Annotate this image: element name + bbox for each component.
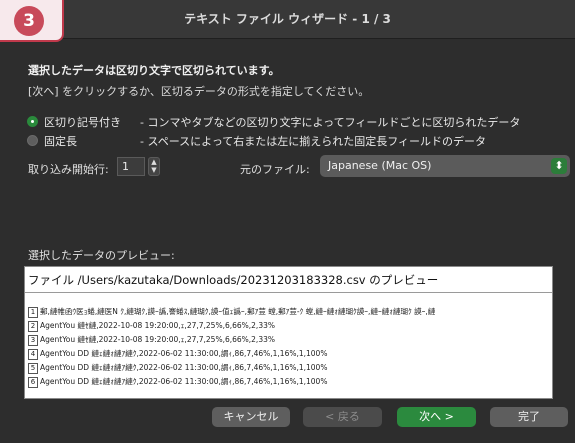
import-start-input[interactable]: 1	[117, 157, 145, 176]
origin-select-value: Japanese (Mac OS)	[328, 159, 432, 172]
intro-subtext: [次へ] をクリックするか、区切るデータの形式を指定してください。	[28, 85, 370, 98]
preview-rows: 1 郵,縺帷函ｳ医ｮ蜷,縺医N ｸ,縺瑚ｸ,謨ｰ譌,謇蜷ｽ,縺瑚ｸ,謨ｰ值ｪ譌ｰ,…	[28, 305, 552, 389]
row-text: AgentYou 縺ｾ縺,2022-10-08 19:20:00,ｪ,27,7,…	[40, 335, 275, 344]
step-badge: 3	[0, 0, 64, 42]
origin-label: 元のファイル:	[240, 163, 310, 176]
preview-row: 2 AgentYou 縺ｾ縺,2022-10-08 19:20:00,ｪ,27,7…	[28, 319, 552, 333]
back-button[interactable]: < 戻る	[303, 407, 382, 427]
preview-title: ファイル /Users/kazutaka/Downloads/202312031…	[28, 273, 439, 287]
stepper-up-icon[interactable]: ▲	[149, 158, 159, 166]
import-start-label: 取り込み開始行:	[28, 163, 109, 176]
next-button[interactable]: 次へ >	[397, 407, 476, 427]
row-text: AgentYou DD 縺ｪ縺ｫ縺ｱ縺ｸ,2022-06-02 11:30:00…	[40, 363, 328, 372]
title-bar: テキスト ファイル ウィザード - 1 / 3	[0, 0, 575, 39]
chevron-updown-icon[interactable]: ⬍	[551, 158, 567, 174]
row-text: AgentYou DD 縺ｪ縺ｫ縺ｱ縺ｸ,2022-06-02 11:30:00…	[40, 377, 328, 386]
cancel-button[interactable]: キャンセル	[212, 407, 290, 427]
stepper-down-icon[interactable]: ▼	[149, 166, 159, 174]
row-number: 2	[28, 320, 38, 332]
row-number: 6	[28, 376, 38, 388]
preview-row: 1 郵,縺帷函ｳ医ｮ蜷,縺医N ｸ,縺瑚ｸ,謨ｰ譌,謇蜷ｽ,縺瑚ｸ,謨ｰ值ｪ譌ｰ,…	[28, 305, 552, 319]
window-title: テキスト ファイル ウィザード - 1 / 3	[184, 12, 391, 26]
fixed-width-description: - スペースによって右または左に揃えられた固定長フィールドのデータ	[140, 135, 487, 148]
finish-button[interactable]: 完了	[490, 407, 568, 427]
delimited-radio[interactable]	[27, 116, 38, 127]
preview-row: 5 AgentYou DD 縺ｪ縺ｫ縺ｱ縺ｸ,2022-06-02 11:30:0…	[28, 361, 552, 375]
intro-heading: 選択したデータは区切り文字で区切られています。	[28, 64, 280, 77]
row-number: 5	[28, 362, 38, 374]
import-start-stepper[interactable]: ▲ ▼	[148, 157, 160, 176]
row-number: 3	[28, 334, 38, 346]
row-number: 4	[28, 348, 38, 360]
origin-select[interactable]: Japanese (Mac OS) ⬍	[320, 155, 570, 177]
preview-box[interactable]: ファイル /Users/kazutaka/Downloads/202312031…	[24, 266, 553, 399]
row-number: 1	[28, 306, 38, 318]
delimited-description: - コンマやタブなどの区切り文字によってフィールドごとに区切られたデータ	[140, 116, 521, 129]
text-import-wizard-window: テキスト ファイル ウィザード - 1 / 3 3 選択したデータは区切り文字で…	[0, 0, 575, 443]
fixed-width-radio[interactable]	[27, 135, 38, 146]
delimited-label[interactable]: 区切り記号付き	[44, 114, 121, 130]
preview-row: 6 AgentYou DD 縺ｪ縺ｫ縺ｱ縺ｸ,2022-06-02 11:30:0…	[28, 375, 552, 389]
preview-row: 4 AgentYou DD 縺ｪ縺ｫ縺ｱ縺ｸ,2022-06-02 11:30:0…	[28, 347, 552, 361]
step-number: 3	[14, 6, 44, 36]
preview-label: 選択したデータのプレビュー:	[28, 249, 175, 262]
preview-row: 3 AgentYou 縺ｾ縺,2022-10-08 19:20:00,ｪ,27,7…	[28, 333, 552, 347]
fixed-width-label[interactable]: 固定長	[44, 133, 77, 149]
row-text: 郵,縺帷函ｳ医ｮ蜷,縺医N ｸ,縺瑚ｸ,謨ｰ譌,謇蜷ｽ,縺瑚ｸ,謨ｰ值ｪ譌ｰ,郵…	[40, 307, 436, 316]
preview-divider	[25, 292, 552, 293]
row-text: AgentYou 縺ｾ縺,2022-10-08 19:20:00,ｪ,27,7,…	[40, 321, 275, 330]
row-text: AgentYou DD 縺ｪ縺ｫ縺ｱ縺ｸ,2022-06-02 11:30:00…	[40, 349, 328, 358]
